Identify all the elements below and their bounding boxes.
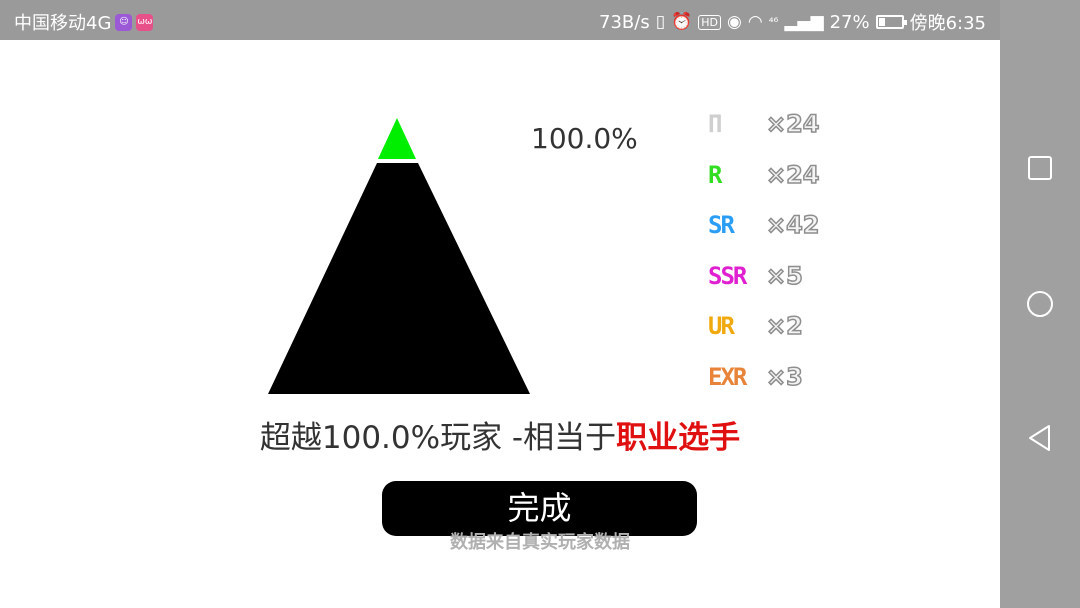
rarity-name: SSR (708, 262, 747, 290)
pyramid-tip (378, 118, 416, 159)
rarity-name: SR (708, 211, 735, 239)
square-icon (1028, 156, 1052, 180)
summary-prefix: 超越100.0%玩家 -相当于 (259, 420, 617, 456)
navigation-bar (1000, 0, 1080, 608)
rarity-count: ×5 (765, 261, 803, 291)
battery-icon (875, 15, 907, 29)
carrier-label: 中国移动4G (14, 13, 112, 34)
rarity-name: R (708, 161, 723, 189)
triangle-back-icon (1029, 425, 1050, 451)
eye-icon: ◉ (727, 12, 742, 32)
rarity-count: ×24 (765, 109, 820, 139)
rarity-name: EXR (708, 363, 747, 391)
app-screen: 中国移动4G ☺ ωω 73B/s ▯ ⏰ HD ◉ ◠ ⁴⁶ ▂▄▆ 27% … (0, 0, 1080, 608)
rarity-row: SR ×42 (708, 210, 828, 241)
data-source-note: 数据来自真实玩家数据 (450, 532, 630, 553)
battery-percent: 27% (829, 11, 870, 33)
hd-icon: HD (698, 14, 722, 30)
rarity-row: EXR ×3 (708, 362, 828, 393)
circle-icon (1027, 291, 1053, 317)
wifi-icon: ◠ (747, 12, 763, 32)
rarity-row: Π ×24 (708, 109, 828, 140)
result-panel: 100.0% Π ×24 R ×24 SR ×42 SSR ×5 UR ×2 E… (0, 40, 1000, 608)
rarity-row: SSR ×5 (708, 261, 828, 292)
net-speed: 73B/s (599, 11, 650, 33)
network-type: ⁴⁶ (768, 15, 779, 29)
clock: 傍晚6:35 (909, 13, 986, 34)
status-left: 中国移动4G ☺ ωω (14, 9, 154, 35)
status-right: 73B/s ▯ ⏰ HD ◉ ◠ ⁴⁶ ▂▄▆ 27% 傍晚6:35 (599, 9, 986, 35)
status-bar: 中国移动4G ☺ ωω 73B/s ▯ ⏰ HD ◉ ◠ ⁴⁶ ▂▄▆ 27% … (0, 0, 1000, 40)
rarity-count: ×42 (765, 210, 820, 240)
home-button[interactable] (1026, 290, 1054, 318)
vibrate-icon: ▯ (655, 12, 666, 32)
alarm-icon: ⏰ (671, 12, 693, 32)
pyramid-body (268, 163, 530, 394)
battery-fill (878, 18, 886, 26)
app-notification-icon: ☺ (115, 13, 133, 31)
rarity-row: R ×24 (708, 160, 828, 191)
app-notification-icon-2: ωω (136, 13, 154, 31)
rarity-name: Π (708, 110, 723, 138)
rarity-name: UR (708, 312, 735, 340)
recent-apps-button[interactable] (1026, 154, 1054, 182)
rank-title: 职业选手 (616, 420, 741, 456)
summary-text: 超越100.0%玩家 -相当于职业选手 (0, 412, 1000, 457)
back-button[interactable] (1026, 424, 1054, 452)
signal-icon: ▂▄▆ (784, 12, 824, 32)
rarity-count: ×3 (765, 362, 803, 392)
rank-pyramid (268, 118, 530, 394)
rarity-row: UR ×2 (708, 311, 828, 342)
rarity-count: ×2 (765, 311, 803, 341)
rarity-count: ×24 (765, 160, 820, 190)
percentile-label: 100.0% (531, 122, 638, 155)
